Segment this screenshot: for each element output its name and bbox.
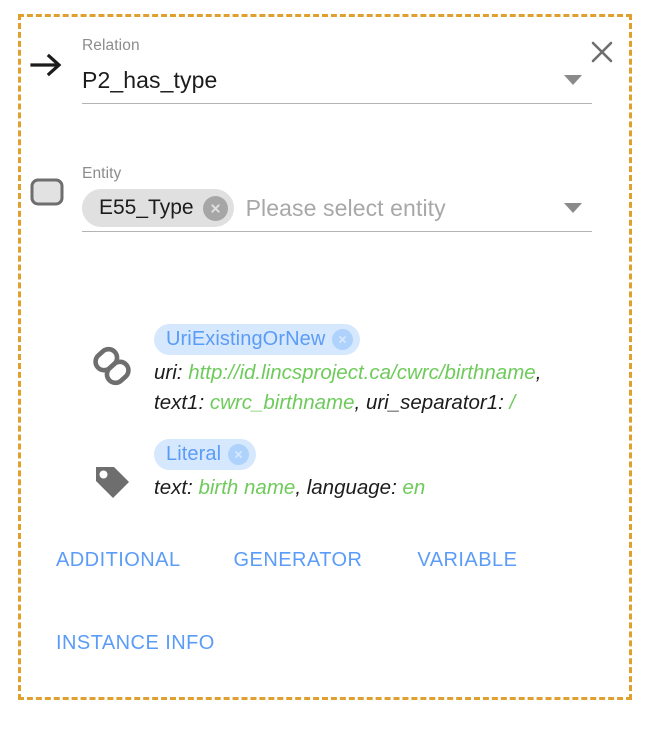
selection-frame — [18, 14, 632, 700]
